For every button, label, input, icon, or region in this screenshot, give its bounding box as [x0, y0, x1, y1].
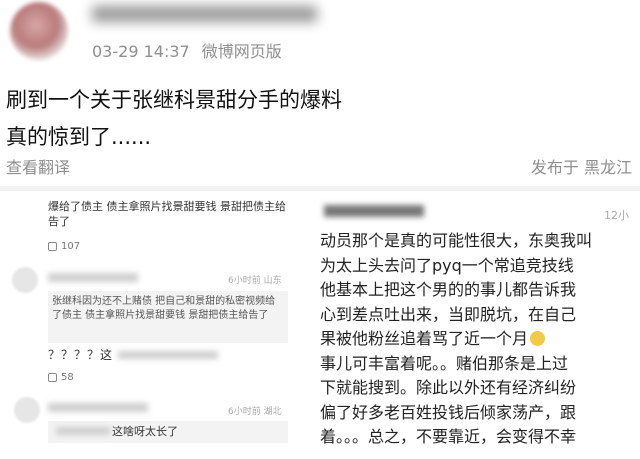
comment-screenshot: 爆给了债主 债主拿照片找景甜要钱 景甜把债主给告了 107 6小时前 山东 张继…: [0, 191, 300, 459]
post-location: 发布于 黑龙江: [530, 158, 632, 177]
commenter-name-redacted: [48, 403, 148, 412]
message-line: 下就能搜到。除此以外还有经济纠纷: [320, 378, 577, 397]
message-line: 果被他粉丝追着骂了近一个月: [320, 327, 592, 352]
post-line: 真的惊到了......: [6, 125, 152, 149]
message-body: 动员那个是真的可能性很大，东奥我叫 为太上头去问了pyq一个常追竞技线 他基本上…: [320, 229, 592, 450]
message-line: 他基本上把这个男的的事儿都告诉我: [320, 280, 577, 299]
message-line: 事儿可丰富着呢。。赌伯那条是上过: [320, 353, 569, 373]
thumbs-up-icon: [48, 241, 57, 251]
reply-text: ？？？？这: [48, 348, 114, 362]
post-source: 微博网页版: [201, 42, 282, 61]
sender-name-redacted: [324, 205, 424, 217]
message-line: 着。。。总之，不要靠近，会变得不幸: [320, 427, 577, 446]
message-line: 动员那个是真的可能性很大，东奥我叫: [320, 231, 593, 250]
message-time: 12小: [604, 209, 629, 222]
message-line: 为太上头去问了pyq一个常追竞技线: [320, 255, 574, 275]
reply-redacted: [118, 351, 218, 359]
reply-text: 这啥呀太长了: [112, 425, 178, 438]
quote-redacted: [56, 427, 110, 435]
user-avatar[interactable]: [10, 2, 68, 60]
comment-meta: 6小时前 山东: [228, 276, 282, 286]
quoted-text: 张继科因为还不上赌债 把自己和景甜的私密视频给了债主 债主拿照片找景甜要钱 景甜…: [52, 296, 276, 321]
post-line: 刷到一个关于张继科景甜分手的爆料: [6, 88, 342, 112]
like-count[interactable]: 58: [48, 372, 74, 383]
message-line: 偏了好多老百姓投钱后倾家荡产，跟: [320, 402, 577, 422]
sweat-emoji-icon: [530, 331, 546, 346]
thumbs-up-icon: [48, 372, 57, 382]
comment-text: 爆给了债主 债主拿照片找景甜要钱 景甜把债主给告了: [48, 200, 286, 228]
commenter-name-redacted: [48, 273, 138, 282]
post-body: 刷到一个关于张继科景甜分手的爆料 真的惊到了......: [6, 82, 342, 156]
comment-meta: 6小时前 湖北: [228, 407, 282, 417]
message-screenshot: 12小 动员那个是真的可能性很大，东奥我叫 为太上头去问了pyq一个常追竞技线 …: [300, 191, 640, 459]
translate-link[interactable]: 查看翻译: [6, 154, 70, 178]
like-count[interactable]: 107: [48, 241, 80, 252]
username-redacted[interactable]: [92, 6, 317, 22]
post-meta: 03-29 14:37 微博网页版: [92, 38, 282, 62]
post-timestamp: 03-29 14:37: [92, 42, 190, 61]
message-line: 心到差点吐出来，当即脱坑，在自己: [320, 304, 577, 324]
commenter-avatar[interactable]: [14, 397, 40, 423]
commenter-avatar[interactable]: [12, 267, 38, 293]
